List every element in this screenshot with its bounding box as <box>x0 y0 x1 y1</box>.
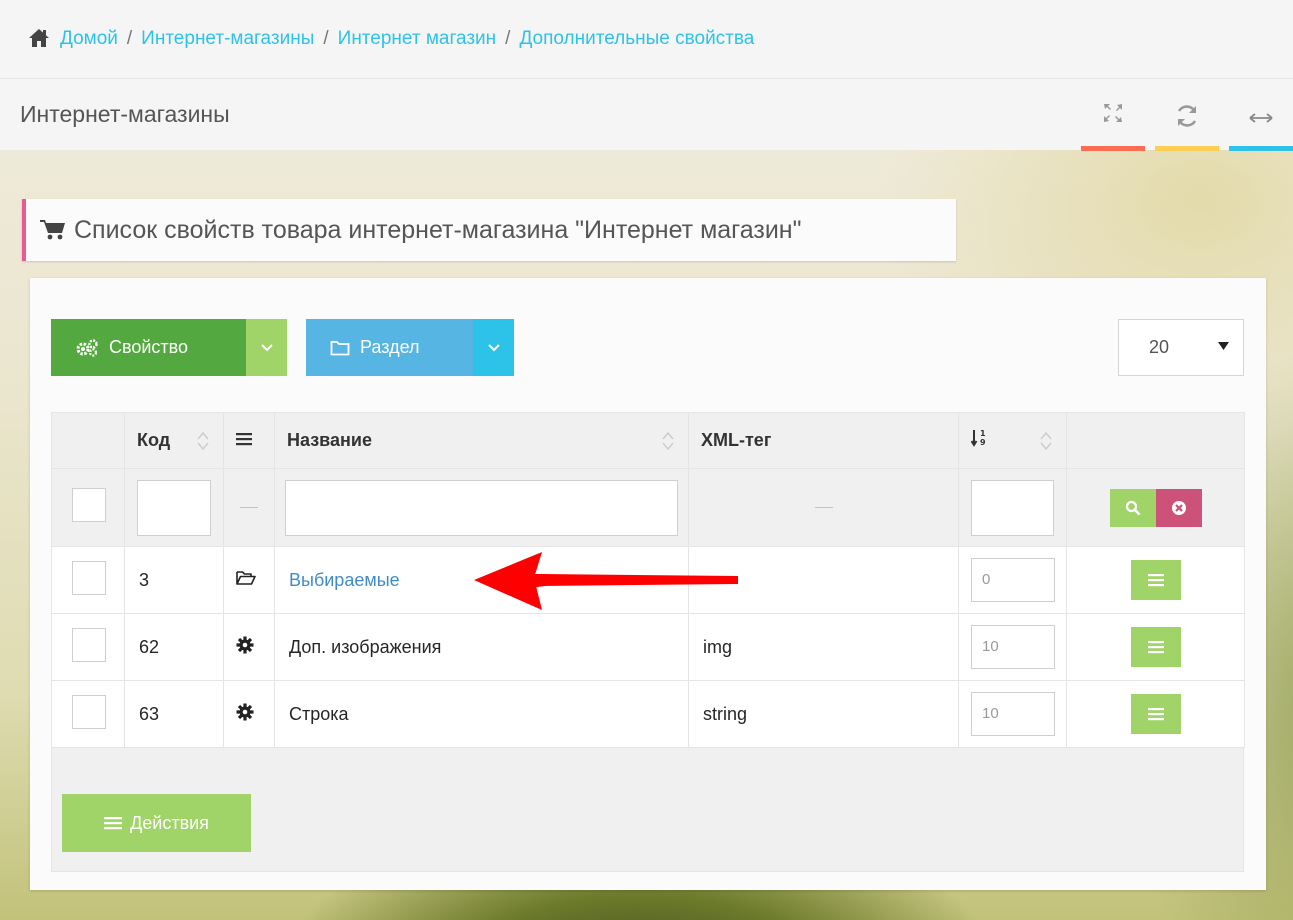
row-name: Строка <box>274 680 689 748</box>
table-row: 62 Доп. изображения img 10 <box>51 613 1245 681</box>
filter-placeholder-dash <box>814 507 833 508</box>
shopping-cart-icon <box>40 220 65 240</box>
column-header-type <box>223 412 275 469</box>
row-checkbox[interactable] <box>72 694 106 729</box>
row-sorting-input[interactable]: 10 <box>971 692 1055 736</box>
close-circle-icon <box>1171 500 1186 515</box>
chevron-down-icon <box>487 343 500 351</box>
fullscreen-button[interactable] <box>1081 95 1145 151</box>
page-size-select[interactable]: 20 <box>1118 319 1244 376</box>
column-header-xml-label: XML-тег <box>701 430 772 450</box>
page-title: Интернет-магазины <box>20 101 230 127</box>
sort-icon[interactable] <box>197 431 209 451</box>
row-actions-button[interactable] <box>1130 694 1181 734</box>
column-header-name-label: Название <box>287 430 372 450</box>
sort-icon[interactable] <box>662 431 674 451</box>
breadcrumb-home[interactable]: Домой <box>60 28 118 50</box>
row-checkbox[interactable] <box>72 627 106 662</box>
column-header-code[interactable]: Код <box>124 412 224 469</box>
actions-label: Действия <box>130 812 209 833</box>
page-header: Интернет-магазины <box>0 78 1293 151</box>
refresh-button[interactable] <box>1155 95 1219 151</box>
search-icon <box>1125 500 1140 515</box>
filter-sorting-input[interactable] <box>971 479 1054 536</box>
filter-code-input[interactable] <box>137 479 211 536</box>
row-checkbox[interactable] <box>72 560 106 595</box>
row-name-link[interactable]: Выбираемые <box>289 570 400 590</box>
add-property-button-group: Свойство <box>51 319 287 376</box>
column-header-name[interactable]: Название <box>274 412 689 469</box>
menu-icon <box>1147 641 1164 654</box>
row-code: 63 <box>124 680 224 748</box>
menu-icon <box>104 817 123 830</box>
add-section-label: Раздел <box>360 337 420 357</box>
row-code: 62 <box>124 613 224 681</box>
tool-accent-bar <box>1155 146 1219 151</box>
list-icon <box>236 433 252 446</box>
table-header-row: Код Название XML-тег 1 9 <box>51 412 1245 469</box>
sort-numeric-icon: 1 9 <box>970 429 986 447</box>
row-xml-tag: string <box>688 680 959 748</box>
tool-accent-bar <box>1081 146 1145 151</box>
folder-open-icon <box>236 570 256 585</box>
widget-caption-text: Список свойств товара интернет-магазина … <box>74 215 802 244</box>
breadcrumb-separator: / <box>323 28 329 49</box>
annotation-arrow-icon <box>474 552 738 610</box>
filter-buttons <box>1067 488 1244 527</box>
add-property-label: Свойство <box>109 337 189 357</box>
breadcrumb-separator: / <box>505 28 511 49</box>
select-all-checkbox[interactable] <box>72 488 106 522</box>
folder-icon <box>330 340 350 355</box>
filter-placeholder-dash <box>240 507 258 508</box>
row-xml-tag: img <box>688 613 959 681</box>
clear-filter-button[interactable] <box>1155 488 1202 527</box>
collapse-icon <box>1249 113 1273 123</box>
svg-text:9: 9 <box>980 438 986 447</box>
svg-text:1: 1 <box>980 429 986 438</box>
caret-down-icon <box>1218 342 1229 350</box>
row-actions-button[interactable] <box>1130 560 1181 600</box>
breadcrumb-shop[interactable]: Интернет магазин <box>338 28 497 50</box>
add-section-button[interactable]: Раздел <box>306 319 473 376</box>
filter-name-input[interactable] <box>285 479 678 536</box>
menu-icon <box>1147 574 1164 587</box>
column-header-actions <box>1066 412 1245 469</box>
sort-icon[interactable] <box>1040 431 1052 451</box>
row-code: 3 <box>124 546 224 614</box>
column-header-sorting[interactable]: 1 9 <box>958 412 1067 469</box>
gear-icon <box>236 636 254 653</box>
chevron-down-icon <box>260 343 273 351</box>
add-property-dropdown-toggle[interactable] <box>246 319 287 376</box>
table-row: 63 Строка string 10 <box>51 680 1245 748</box>
breadcrumb-separator: / <box>126 28 133 49</box>
collapse-button[interactable] <box>1229 95 1293 151</box>
actions-button[interactable]: Действия <box>62 794 251 852</box>
gears-icon <box>76 338 98 357</box>
breadcrumb: Домой / Интернет-магазины / Интернет маг… <box>0 0 1293 78</box>
expand-icon <box>1104 104 1122 122</box>
filter-row <box>51 468 1245 547</box>
page-size-value: 20 <box>1149 337 1170 357</box>
table-footer: Действия <box>51 748 1244 872</box>
add-section-button-group: Раздел <box>306 319 514 376</box>
breadcrumb-current[interactable]: Дополнительные свойства <box>519 28 754 50</box>
row-name: Доп. изображения <box>274 613 689 681</box>
refresh-icon <box>1177 105 1197 127</box>
add-property-button[interactable]: Свойство <box>51 319 246 376</box>
column-header-code-label: Код <box>137 430 171 450</box>
row-actions-button[interactable] <box>1130 627 1181 667</box>
apply-filter-button[interactable] <box>1109 488 1156 527</box>
widget-caption: Список свойств товара интернет-магазина … <box>22 199 956 261</box>
row-sorting-input[interactable]: 10 <box>971 625 1055 669</box>
tool-accent-bar <box>1229 146 1293 151</box>
row-sorting-input[interactable]: 0 <box>971 558 1055 602</box>
gear-icon <box>236 703 254 720</box>
breadcrumb-shops[interactable]: Интернет-магазины <box>141 28 314 50</box>
home-icon[interactable] <box>28 27 50 49</box>
select-column-header <box>51 412 125 469</box>
menu-icon <box>1147 708 1164 721</box>
column-header-xml: XML-тег <box>688 412 959 469</box>
add-section-dropdown-toggle[interactable] <box>473 319 514 376</box>
